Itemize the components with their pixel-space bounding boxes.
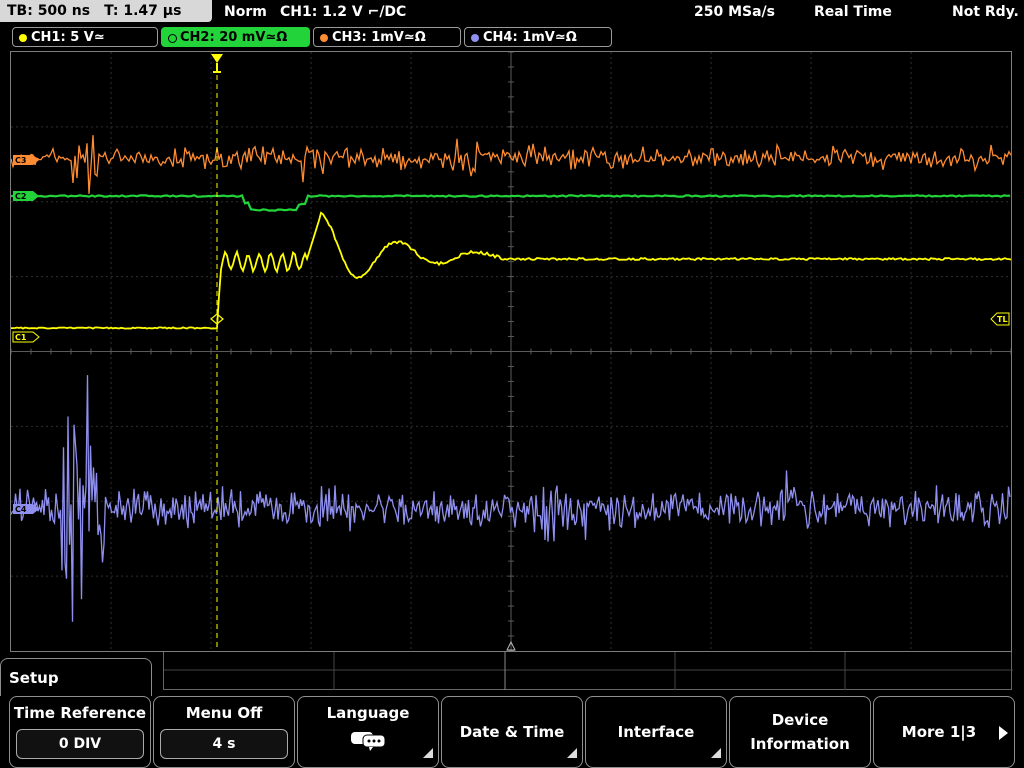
submenu-corner-icon (711, 748, 721, 758)
channel-tab-ch2[interactable]: CH2: 20 mV≃Ω (161, 27, 310, 47)
menu-off-value: 4 s (160, 729, 288, 759)
ch2-dot-icon (168, 34, 177, 43)
ch2-marker-label: C2 (15, 192, 26, 201)
time-reference-button[interactable]: Time Reference 0 DIV (9, 696, 151, 768)
trigger-level-label: TL (997, 315, 1008, 324)
menu-off-button[interactable]: Menu Off 4 s (153, 696, 295, 768)
channel-tab-ch1[interactable]: CH1: 5 V≃ (12, 27, 158, 47)
info-strip-lines (164, 652, 1013, 690)
arrow-right-icon (999, 726, 1008, 740)
trigger-time-value: T: 1.47 µs (104, 3, 182, 19)
acquisition-mode: Real Time (814, 4, 892, 20)
device-label: Device (771, 711, 829, 729)
trigger-mode: Norm (224, 4, 267, 20)
ch1-marker: C1 (12, 331, 40, 343)
trigger-info: CH1: 1.2 V ⌐/DC (280, 4, 407, 20)
date-time-button[interactable]: Date & Time (441, 696, 583, 768)
info-strip (163, 652, 1013, 690)
channel-tab-ch4[interactable]: CH4: 1mV≃Ω (464, 27, 612, 47)
ch1-dot-icon (19, 34, 27, 42)
menu-off-label: Menu Off (185, 704, 263, 722)
ch4-label: CH4: 1mV≃Ω (483, 30, 577, 45)
information-label: Information (750, 735, 850, 753)
more-button[interactable]: More 1|3 (873, 696, 1015, 768)
waveform-canvas: C3 C2 C1 C4 TL (11, 52, 1011, 651)
menu-title: Setup (9, 669, 59, 687)
ch1-label: CH1: 5 V≃ (31, 30, 105, 45)
waveform-display[interactable]: C3 C2 C1 C4 TL (10, 51, 1012, 652)
more-label: More 1|3 (901, 723, 977, 741)
time-reference-value: 0 DIV (16, 729, 144, 759)
device-information-button[interactable]: Device Information (729, 696, 871, 768)
speech-bubble-icon (351, 732, 386, 751)
ch2-label: CH2: 20 mV≃Ω (180, 30, 288, 45)
graticule-grid (11, 52, 1011, 651)
language-label: Language (326, 704, 410, 722)
submenu-corner-icon (567, 748, 577, 758)
timebase-value: TB: 500 ns (7, 3, 91, 19)
submenu-corner-icon (423, 748, 433, 758)
timebase-box[interactable]: TB: 500 ns T: 1.47 µs (0, 0, 212, 22)
ch4-dot-icon (471, 34, 479, 42)
date-time-label: Date & Time (459, 723, 565, 741)
interface-button[interactable]: Interface (585, 696, 727, 768)
language-button[interactable]: Language (297, 696, 439, 768)
status-bar: TB: 500 ns T: 1.47 µs Norm CH1: 1.2 V ⌐/D… (0, 0, 1024, 24)
ch2-marker: C2 (13, 191, 39, 201)
ch3-marker-label: C3 (15, 156, 26, 165)
ch3-label: CH3: 1mV≃Ω (332, 30, 426, 45)
trigger-position-marker-icon (211, 54, 223, 73)
trigger-level-marker: TL (990, 312, 1010, 326)
sample-rate: 250 MSa/s (694, 4, 776, 20)
time-reference-label: Time Reference (13, 704, 147, 722)
ch1-marker-label: C1 (15, 333, 27, 342)
interface-label: Interface (617, 723, 695, 741)
ch3-dot-icon (320, 34, 328, 42)
ch4-marker-label: C4 (15, 505, 27, 514)
channel-tab-ch3[interactable]: CH3: 1mV≃Ω (313, 27, 461, 47)
menu-title-tab: Setup (0, 658, 152, 696)
acquisition-status: Not Rdy. (952, 4, 1019, 20)
channel-tabs: CH1: 5 V≃ CH2: 20 mV≃Ω CH3: 1mV≃Ω CH4: 1… (0, 27, 1024, 49)
